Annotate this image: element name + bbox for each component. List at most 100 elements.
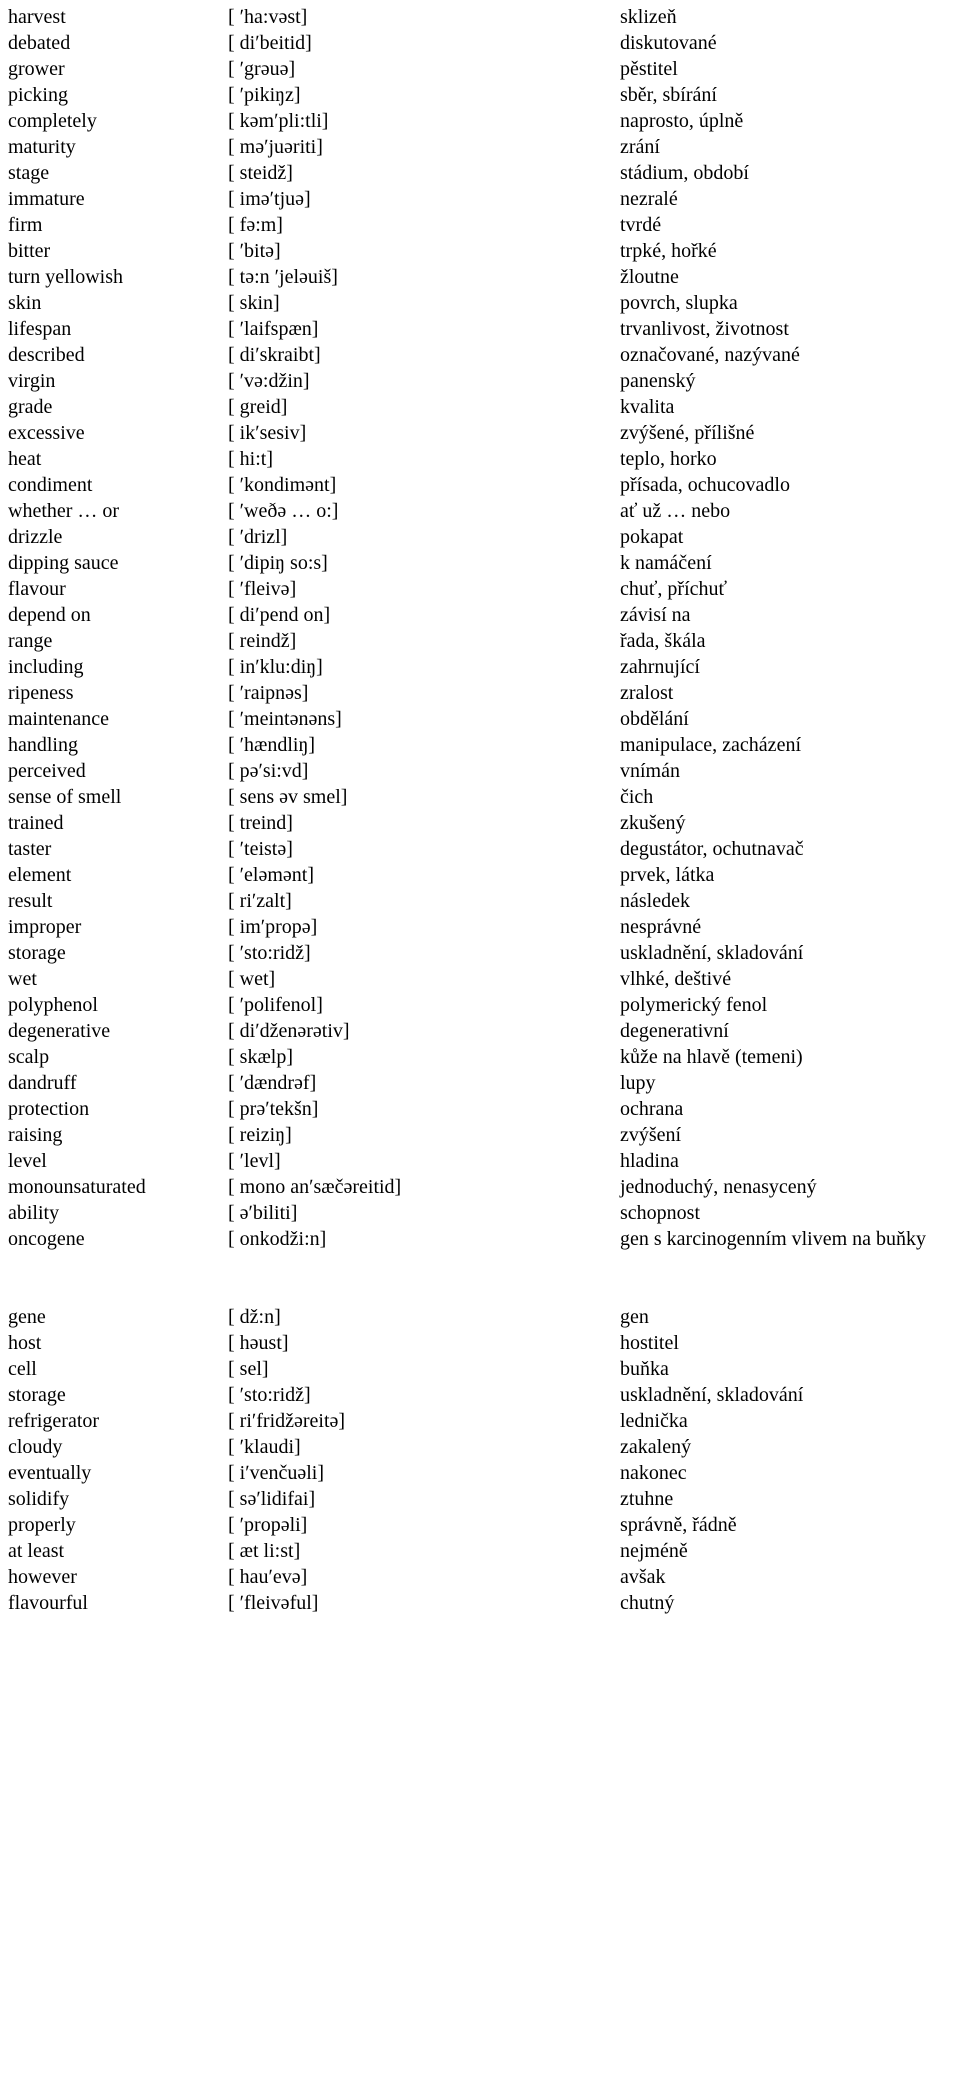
english-word: drizzle <box>8 526 63 548</box>
glossary-row: protection [ prəʹtekšn] ochrana <box>0 1096 960 1122</box>
glossary-row: stage [ steidž] stádium, období <box>0 160 960 186</box>
glossary-row: drizzle [ ʹdrizl] pokapat <box>0 524 960 550</box>
glossary-row: eventually [ iʹvenčuəli] nakonec <box>0 1460 960 1486</box>
english-word: solidify <box>8 1488 70 1510</box>
czech-translation: naprosto, úplně <box>620 110 744 132</box>
phonetic-transcription: [ ʹlaifspæn] <box>228 318 319 340</box>
glossary-row: storage [ ʹsto:ridž] uskladnění, skladován… <box>0 1382 960 1408</box>
glossary-row: range [ reindž] řada, škála <box>0 628 960 654</box>
czech-translation: sběr, sbírání <box>620 84 717 106</box>
czech-translation: sklizeň <box>620 6 677 28</box>
glossary-row: turn yellowish [ tə:n ʹjeləuiš] žloutne <box>0 264 960 290</box>
phonetic-transcription: [ ʹfleivəful] <box>228 1592 319 1614</box>
czech-translation: zvýšené, přílišné <box>620 422 755 444</box>
czech-translation: teplo, horko <box>620 448 717 470</box>
czech-translation: manipulace, zacházení <box>620 734 801 756</box>
glossary-row: polyphenol [ ʹpolifenol] polymerický fenol <box>0 992 960 1018</box>
phonetic-transcription: [ wet] <box>228 968 276 990</box>
english-word: described <box>8 344 85 366</box>
glossary-row: at least [ æt li:st] nejméně <box>0 1538 960 1564</box>
english-word: excessive <box>8 422 85 444</box>
english-word: storage <box>8 942 66 964</box>
english-word: at least <box>8 1540 65 1562</box>
glossary-row: degenerative [ diʹdženərətiv] degenerativn… <box>0 1018 960 1044</box>
czech-translation: chutný <box>620 1592 675 1614</box>
czech-translation: uskladnění, skladování <box>620 1384 804 1406</box>
glossary-row: raising [ reiziŋ] zvýšení <box>0 1122 960 1148</box>
english-word: result <box>8 890 53 912</box>
phonetic-transcription: [ skin] <box>228 292 280 314</box>
phonetic-transcription: [ hauʹevə] <box>228 1566 308 1588</box>
phonetic-transcription: [ ʹkondimənt] <box>228 474 337 496</box>
czech-translation: uskladnění, skladování <box>620 942 804 964</box>
czech-translation: přísada, ochucovadlo <box>620 474 790 496</box>
czech-translation: diskutované <box>620 32 717 54</box>
phonetic-transcription: [ ʹvə:džin] <box>228 370 310 392</box>
english-word: firm <box>8 214 43 236</box>
glossary-row: however [ hauʹevə] avšak <box>0 1564 960 1590</box>
czech-translation: ztuhne <box>620 1488 674 1510</box>
glossary-row: dipping sauce [ ʹdipiŋ so:s] k namáčení <box>0 550 960 576</box>
glossary-row: dandruff [ ʹdændrəf] lupy <box>0 1070 960 1096</box>
glossary-row: element [ ʹeləmənt] prvek, látka <box>0 862 960 888</box>
phonetic-transcription: [ ʹeləmənt] <box>228 864 314 886</box>
glossary-row: perceived [ pəʹsi:vd] vnímán <box>0 758 960 784</box>
glossary-row: completely [ kəmʹpli:tli] naprosto, úplně <box>0 108 960 134</box>
glossary-row: firm [ fə:m] tvrdé <box>0 212 960 238</box>
english-word: flavour <box>8 578 66 600</box>
glossary-row: wet [ wet] vlhké, deštivé <box>0 966 960 992</box>
phonetic-transcription: [ mono anʹsæčəreitid] <box>228 1176 402 1198</box>
phonetic-transcription: [ ʹhændliŋ] <box>228 734 316 756</box>
glossary-row: trained [ treind] zkušený <box>0 810 960 836</box>
czech-translation: následek <box>620 890 690 912</box>
czech-translation: polymerický fenol <box>620 994 768 1016</box>
phonetic-transcription: [ iʹvenčuəli] <box>228 1462 324 1484</box>
glossary-row: storage [ ʹsto:ridž] uskladnění, skladován… <box>0 940 960 966</box>
czech-translation: nejméně <box>620 1540 688 1562</box>
phonetic-transcription: [ sens əv smel] <box>228 786 348 808</box>
czech-translation: degustátor, ochutnavač <box>620 838 804 860</box>
english-word: dipping sauce <box>8 552 119 574</box>
english-word: grade <box>8 396 53 418</box>
phonetic-transcription: [ ikʹsesiv] <box>228 422 307 444</box>
english-word: host <box>8 1332 42 1354</box>
czech-translation: hladina <box>620 1150 679 1172</box>
glossary-row: whether … or [ ʹweðə … o:] ať už … nebo <box>0 498 960 524</box>
glossary-row: level [ ʹlevl] hladina <box>0 1148 960 1174</box>
glossary-row: improper [ imʹpropə] nesprávné <box>0 914 960 940</box>
english-word: heat <box>8 448 42 470</box>
czech-translation: povrch, slupka <box>620 292 738 314</box>
english-word: degenerative <box>8 1020 111 1042</box>
english-word: oncogene <box>8 1228 85 1250</box>
phonetic-transcription: [ ʹdrizl] <box>228 526 288 548</box>
czech-translation: trpké, hořké <box>620 240 717 262</box>
glossary-row: maintenance [ ʹmeintənəns] obdělání <box>0 706 960 732</box>
glossary-row: depend on [ diʹpend on] závisí na <box>0 602 960 628</box>
glossary-row: debated [ diʹbeitid] diskutované <box>0 30 960 56</box>
glossary-row: flavour [ ʹfleivə] chuť, příchuť <box>0 576 960 602</box>
glossary-row: including [ inʹklu:diŋ] zahrnující <box>0 654 960 680</box>
phonetic-transcription: [ səʹlidifai] <box>228 1488 316 1510</box>
phonetic-transcription: [ tə:n ʹjeləuiš] <box>228 266 338 288</box>
czech-translation: avšak <box>620 1566 666 1588</box>
glossary-row: oncogene [ onkodži:n] gen s karcinogenním … <box>0 1226 960 1278</box>
czech-translation: chuť, příchuť <box>620 578 728 600</box>
glossary-row: result [ riʹzalt] následek <box>0 888 960 914</box>
vocabulary-glossary: harvest [ ʹha:vəst] sklizeň debated [ diʹbei… <box>0 0 960 1616</box>
phonetic-transcription: [ reiziŋ] <box>228 1124 292 1146</box>
czech-translation: nezralé <box>620 188 678 210</box>
english-word: monounsaturated <box>8 1176 146 1198</box>
phonetic-transcription: [ riʹfridžəreitə] <box>228 1410 346 1432</box>
glossary-row: skin [ skin] povrch, slupka <box>0 290 960 316</box>
czech-translation: schopnost <box>620 1202 700 1224</box>
english-word: cell <box>8 1358 37 1380</box>
glossary-row: maturity [ məʹjuəriti] zrání <box>0 134 960 160</box>
czech-translation: jednoduchý, nenasycený <box>620 1176 817 1198</box>
phonetic-transcription: [ ʹdændrəf] <box>228 1072 317 1094</box>
english-word: storage <box>8 1384 66 1406</box>
english-word: debated <box>8 32 71 54</box>
english-word: immature <box>8 188 85 210</box>
english-word: eventually <box>8 1462 92 1484</box>
czech-translation: nakonec <box>620 1462 687 1484</box>
czech-translation: pěstitel <box>620 58 678 80</box>
